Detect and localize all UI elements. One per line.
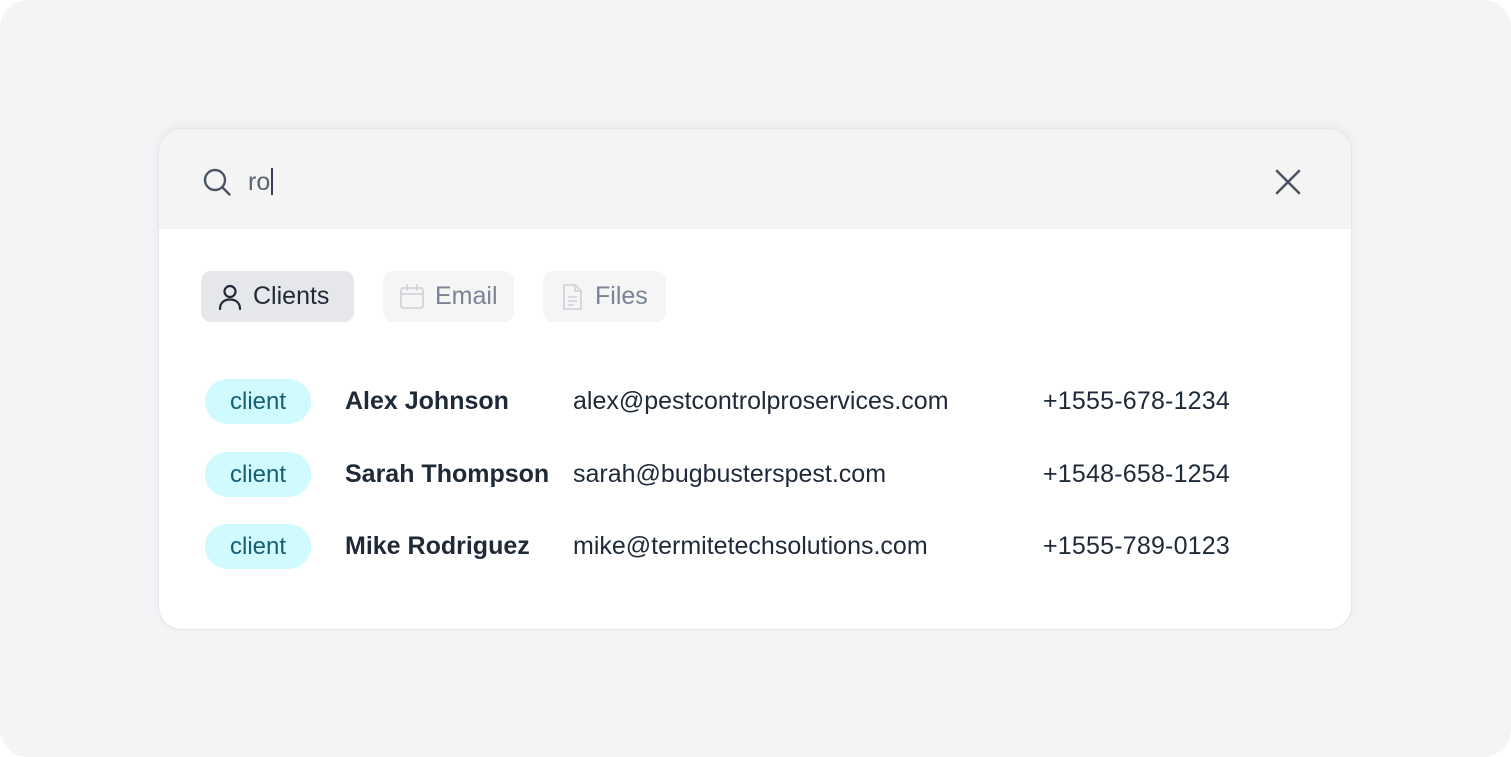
tab-files-label: Files [595,282,648,310]
client-email: alex@pestcontrolproservices.com [573,387,949,415]
calendar-icon [400,283,424,309]
list-item[interactable]: client Alex Johnson alex@pestcontrolpros… [159,379,1351,425]
tab-clients-label: Clients [253,282,330,310]
search-bar[interactable]: ro [159,129,1351,229]
user-icon [218,284,242,310]
search-input[interactable]: ro [248,167,274,197]
client-name: Sarah Thompson [345,460,550,488]
page-background: ro Clients Email Files client Alex Johns… [0,0,1511,757]
tab-clients[interactable]: Clients [201,271,354,322]
client-phone: +1548-658-1254 [1043,460,1230,488]
client-name: Alex Johnson [345,387,509,415]
type-badge: client [205,379,311,424]
search-icon [203,168,231,196]
close-icon[interactable] [1268,162,1308,202]
text-caret [271,168,274,195]
file-icon [563,283,582,310]
client-phone: +1555-678-1234 [1043,387,1230,415]
tab-email-label: Email [435,282,498,310]
search-input-value: ro [248,168,271,196]
client-email: sarah@bugbusterspest.com [573,460,887,488]
type-badge: client [205,452,311,497]
search-dialog: ro Clients Email Files client Alex Johns… [158,128,1352,630]
tab-email[interactable]: Email [383,271,514,322]
list-item[interactable]: client Sarah Thompson sarah@bugbusterspe… [159,452,1351,498]
client-email: mike@termitetechsolutions.com [573,532,928,560]
client-phone: +1555-789-0123 [1043,532,1230,560]
type-badge: client [205,524,311,569]
tab-files[interactable]: Files [543,271,666,322]
client-name: Mike Rodriguez [345,532,530,560]
list-item[interactable]: client Mike Rodriguez mike@termitetechso… [159,524,1351,570]
